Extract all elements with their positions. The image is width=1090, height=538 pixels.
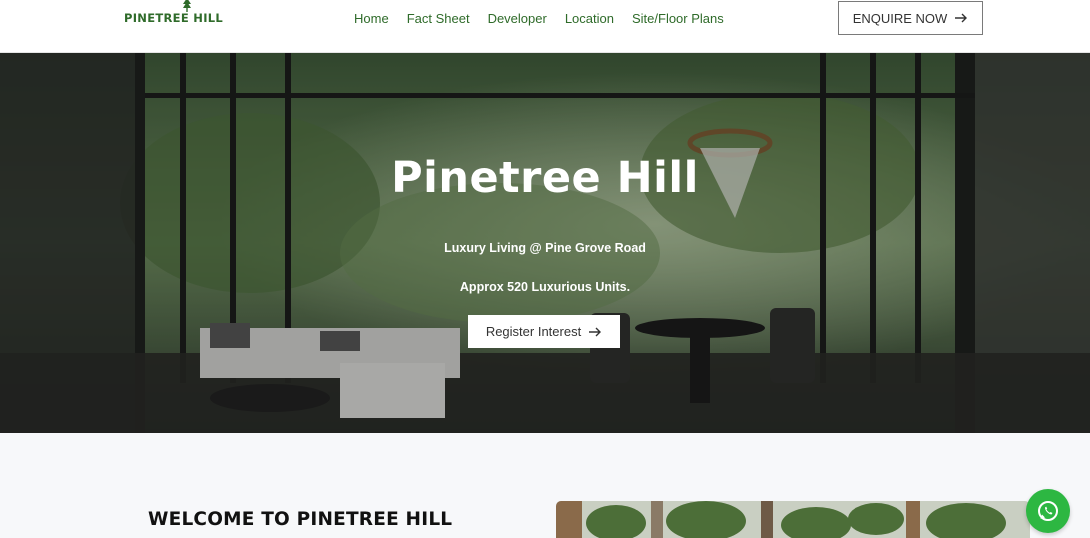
arrow-right-icon (589, 327, 602, 336)
register-interest-button[interactable]: Register Interest (468, 315, 620, 348)
enquire-now-button[interactable]: ENQUIRE NOW (838, 1, 983, 35)
welcome-section: WELCOME TO PINETREE HILL (0, 433, 1090, 538)
register-interest-label: Register Interest (485, 324, 582, 339)
nav-fact-sheet[interactable]: Fact Sheet (407, 11, 470, 27)
nav-home[interactable]: Home (354, 11, 389, 27)
pine-tree-icon (183, 0, 191, 12)
nav-developer[interactable]: Developer (488, 11, 547, 27)
whatsapp-icon (1038, 501, 1058, 521)
nav-site-floor-plans[interactable]: Site/Floor Plans (632, 11, 724, 27)
nav-location[interactable]: Location (565, 11, 614, 27)
whatsapp-button[interactable] (1026, 489, 1070, 533)
logo-text: PINETREE HILL (124, 11, 224, 25)
site-header: PINETREE HILL Home Fact Sheet Developer … (0, 0, 1090, 53)
welcome-image (556, 501, 1030, 538)
enquire-now-label: ENQUIRE NOW (852, 10, 948, 26)
hero-subtitle-units: Approx 520 Luxurious Units. (459, 280, 631, 294)
main-nav: Home Fact Sheet Developer Location Site/… (354, 11, 742, 27)
hero-section: Pinetree Hill Luxury Living @ Pine Grove… (0, 53, 1090, 433)
welcome-heading: WELCOME TO PINETREE HILL (148, 509, 453, 530)
logo[interactable]: PINETREE HILL (124, 0, 223, 36)
hero-subtitle-location: Luxury Living @ Pine Grove Road (444, 241, 646, 255)
hero-title: Pinetree Hill (391, 153, 699, 203)
arrow-right-icon (955, 13, 968, 23)
